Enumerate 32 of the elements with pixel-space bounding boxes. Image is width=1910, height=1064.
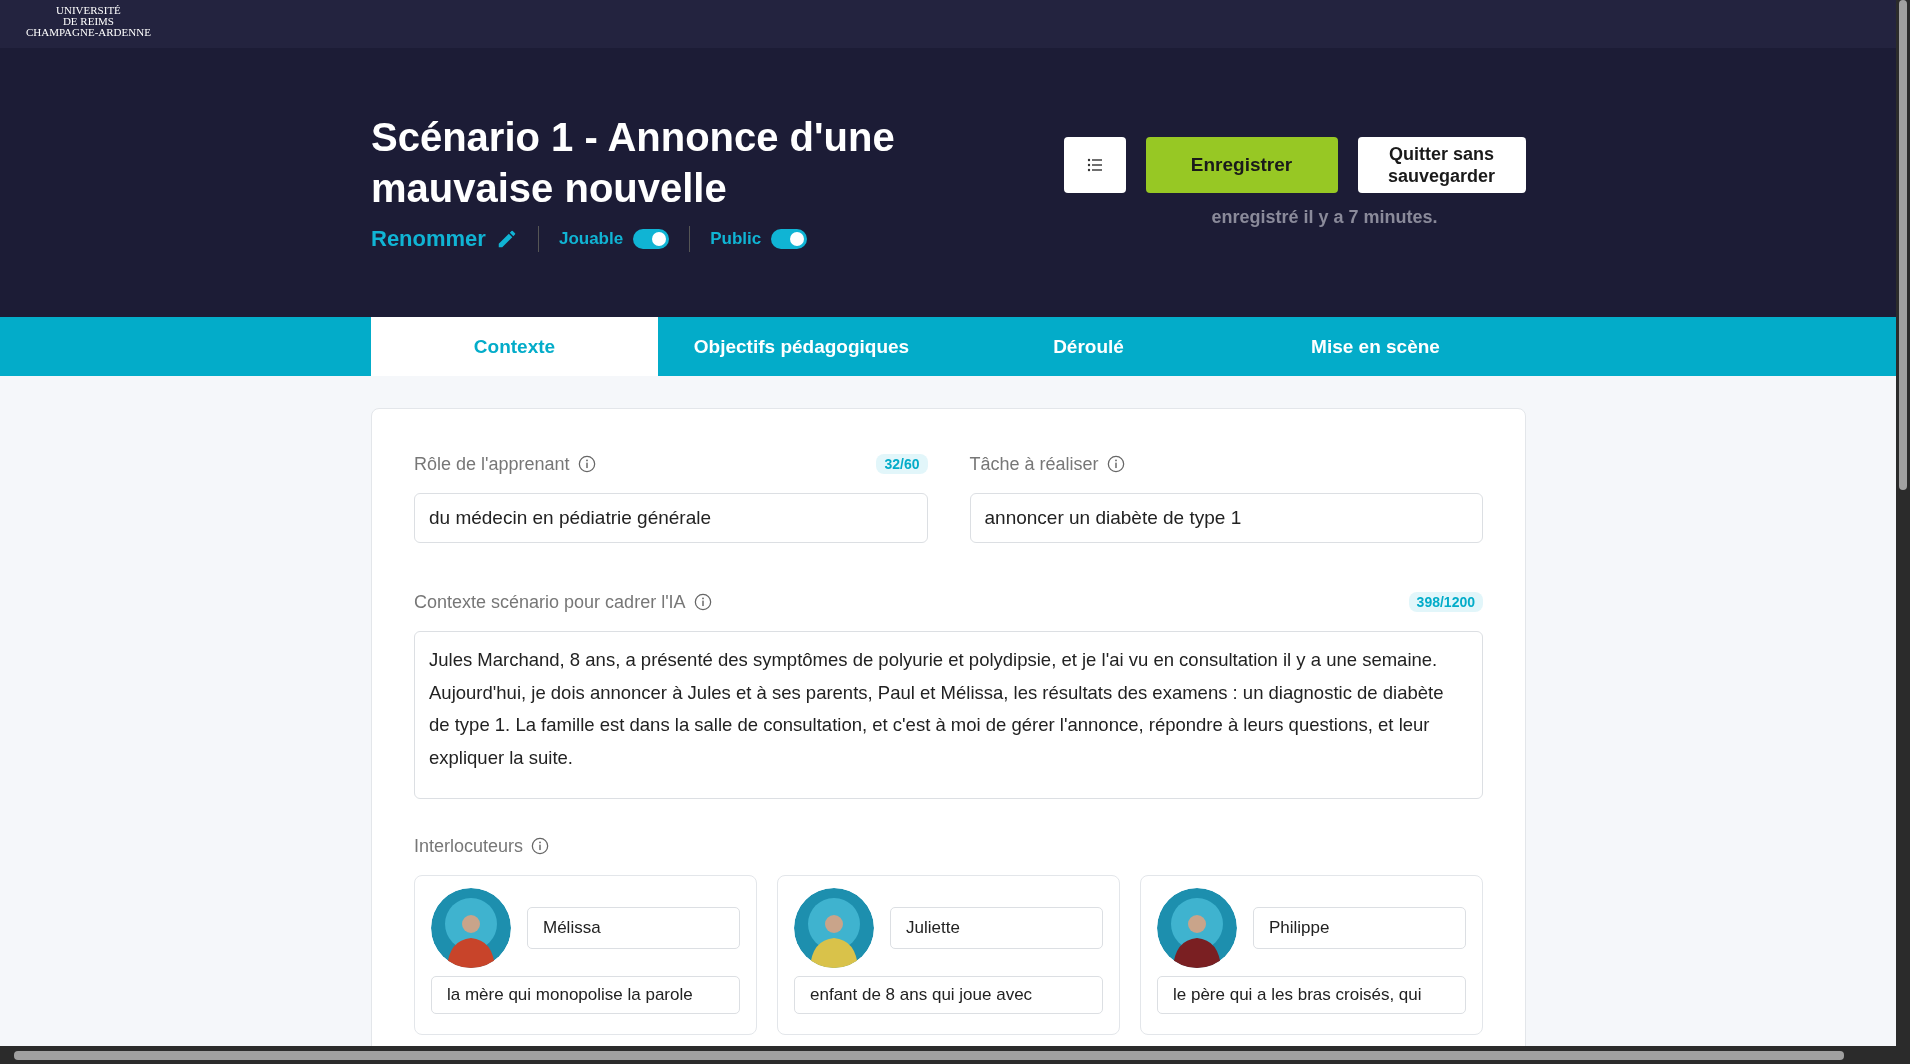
description-field[interactable]: le père qui a les bras croisés, qui — [1157, 976, 1466, 1014]
section-label: Interlocuteurs — [414, 835, 524, 857]
context-textarea[interactable]: Jules Marchand, 8 ans, a présenté des symptômes de polyurie et polydipsie, et je l'ai vu en consultation il y a une semaine. Aujourd'hui, je dois annoncer à Jules et à ses parents, Paul et Mélissa, les résultats des examens : un diagnostic de diabète de type 1. La famille est dans la salle de consultation, et c'est à moi de gérer l'annonce, répondre à leurs questions, et leur expliquer la suite. — [414, 631, 1483, 799]
name-field[interactable]: Philippe — [1253, 907, 1466, 949]
info-icon[interactable] — [693, 593, 712, 611]
save-status: enregistré il y a 7 minutes. — [1211, 207, 1438, 228]
university-logo[interactable]: UNIVERSITÉ DE REIMS CHAMPAGNE-ARDENNE — [26, 5, 151, 38]
field-label: Tâche à réaliser — [969, 453, 1099, 475]
toggle-switch[interactable] — [771, 229, 808, 249]
toggle-label: Public — [710, 229, 762, 249]
toggle-label: Jouable — [558, 229, 624, 249]
quit-button[interactable]: Quitter sans sauvegarder — [1357, 137, 1526, 193]
field-label: Rôle de l'apprenant — [414, 453, 570, 475]
name-field[interactable]: Mélissa — [527, 907, 740, 949]
rename-link[interactable]: Renommer — [371, 226, 486, 252]
save-button[interactable]: Enregistrer — [1145, 137, 1338, 193]
list-button[interactable] — [1063, 137, 1126, 193]
toggle-switch[interactable] — [633, 229, 670, 249]
info-icon[interactable] — [1106, 455, 1125, 473]
field-label: Contexte scénario pour cadrer l'IA — [414, 591, 686, 613]
character-counter: 398/1200 — [1408, 592, 1483, 612]
info-icon[interactable] — [531, 837, 550, 855]
avatar-icon[interactable] — [431, 888, 511, 968]
character-counter: 32/60 — [876, 454, 928, 474]
description-field[interactable]: la mère qui monopolise la parole — [431, 976, 740, 1014]
info-icon[interactable] — [577, 455, 596, 473]
text-field[interactable]: du médecin en pédiatrie générale — [414, 493, 928, 543]
description-field[interactable]: enfant de 8 ans qui joue avec — [794, 976, 1103, 1014]
name-field[interactable]: Juliette — [890, 907, 1103, 949]
text-field[interactable]: annoncer un diabète de type 1 — [969, 493, 1483, 543]
scenario-title: Scénario 1 - Annonce d'une mauvaise nouvelle — [371, 114, 896, 212]
avatar-icon[interactable] — [1157, 888, 1237, 968]
